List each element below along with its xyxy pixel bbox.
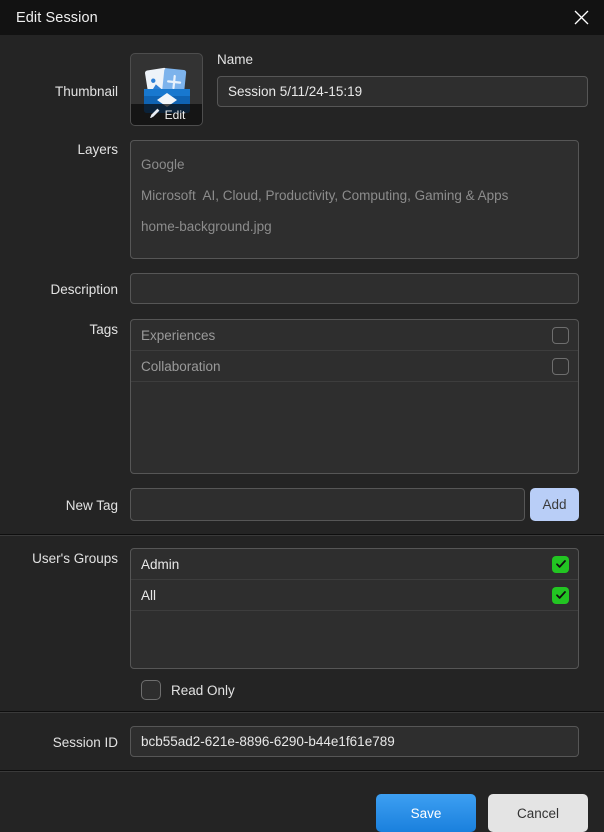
layers-list[interactable]: Google Microsoft AI, Cloud, Productivity… <box>130 140 579 259</box>
new-tag-label: New Tag <box>0 488 130 513</box>
thumbnail-label: Thumbnail <box>0 53 130 99</box>
divider <box>0 711 604 713</box>
new-tag-row: New Tag Add <box>0 488 604 521</box>
group-label: All <box>141 588 156 603</box>
layers-label: Layers <box>0 140 130 157</box>
tag-label: Collaboration <box>141 359 221 374</box>
tag-checkbox[interactable] <box>552 327 569 344</box>
name-label: Name <box>217 53 588 67</box>
tag-checkbox[interactable] <box>552 358 569 375</box>
user-groups-label: User's Groups <box>0 548 130 566</box>
save-button[interactable]: Save <box>376 794 476 832</box>
description-input[interactable] <box>130 273 579 304</box>
read-only-row: Read Only <box>0 680 604 700</box>
layer-item: home-background.jpg <box>141 211 568 242</box>
group-checkbox[interactable] <box>552 556 569 573</box>
thumbnail-preview[interactable]: Edit <box>130 53 203 126</box>
layer-item: Google <box>141 149 568 180</box>
cancel-button[interactable]: Cancel <box>488 794 588 832</box>
session-id-input[interactable] <box>130 726 579 757</box>
dialog-titlebar: Edit Session <box>0 0 604 35</box>
tags-label: Tags <box>0 319 130 337</box>
dialog-title: Edit Session <box>16 10 98 26</box>
divider <box>0 534 604 536</box>
tag-label: Experiences <box>141 328 215 343</box>
layers-row: Layers Google Microsoft AI, Cloud, Produ… <box>0 140 604 259</box>
dialog-footer: Save Cancel <box>0 772 604 832</box>
list-item[interactable]: Experiences <box>131 320 578 351</box>
thumbnail-edit-label: Edit <box>165 108 186 122</box>
group-label: Admin <box>141 557 179 572</box>
thumbnail-edit-overlay[interactable]: Edit <box>131 104 202 125</box>
thumbnail-row: Thumbnail <box>0 53 604 126</box>
close-button[interactable] <box>558 0 604 35</box>
edit-session-form: Thumbnail <box>0 53 604 812</box>
tags-row: Tags Experiences Collaboration <box>0 319 604 474</box>
description-row: Description <box>0 273 604 304</box>
read-only-label: Read Only <box>171 683 235 698</box>
user-groups-row: User's Groups Admin All <box>0 548 604 669</box>
session-id-label: Session ID <box>0 726 130 750</box>
read-only-checkbox[interactable] <box>141 680 161 700</box>
new-tag-input[interactable] <box>130 488 525 521</box>
layer-item: Microsoft AI, Cloud, Productivity, Compu… <box>141 180 568 211</box>
tags-list[interactable]: Experiences Collaboration <box>130 319 579 474</box>
list-item[interactable]: All <box>131 580 578 611</box>
pencil-icon <box>148 107 161 123</box>
session-id-row: Session ID <box>0 726 604 757</box>
list-item[interactable]: Collaboration <box>131 351 578 382</box>
description-label: Description <box>0 273 130 297</box>
list-item[interactable]: Admin <box>131 549 578 580</box>
close-icon <box>574 10 589 25</box>
user-groups-list[interactable]: Admin All <box>130 548 579 669</box>
name-block: Name <box>217 53 588 107</box>
name-input[interactable] <box>217 76 588 107</box>
group-checkbox[interactable] <box>552 587 569 604</box>
add-tag-button[interactable]: Add <box>530 488 579 521</box>
